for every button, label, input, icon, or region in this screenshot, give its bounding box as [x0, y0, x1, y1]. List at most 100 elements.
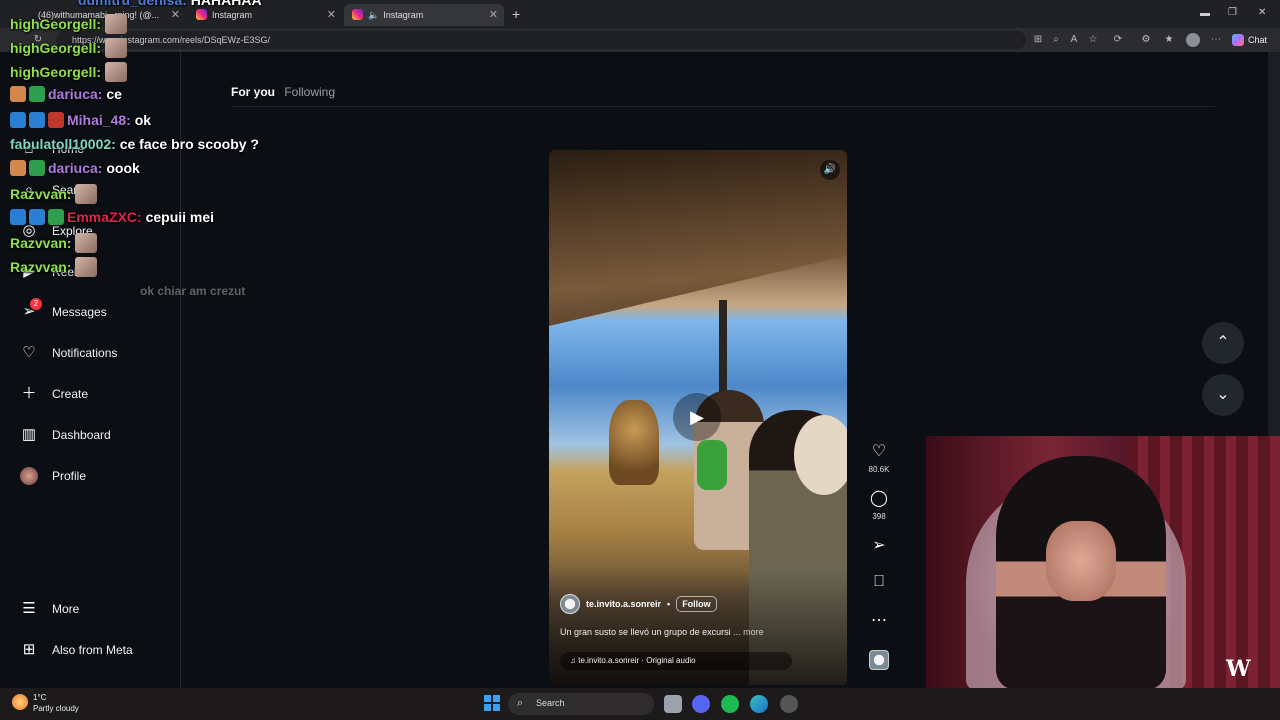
chat-badge-icon — [29, 86, 45, 102]
previous-reel-button[interactable]: ⌃ — [1202, 322, 1244, 364]
read-aloud-icon[interactable]: A — [1068, 34, 1080, 46]
reel-author-row: te.invito.a.sonreir • Follow — [560, 594, 717, 614]
extensions-icon[interactable]: ⚙ — [1140, 34, 1152, 46]
safari-vehicle-roof — [549, 150, 847, 326]
plus-icon: ＋ — [21, 385, 37, 402]
chat-badge-icon — [29, 160, 45, 176]
copilot-icon — [1232, 34, 1244, 46]
chat-emote — [104, 38, 127, 58]
chat-username: EmmaZXC: — [67, 209, 142, 225]
spotify-icon[interactable] — [721, 695, 739, 713]
close-tab-icon[interactable]: ✕ — [171, 8, 180, 21]
sidebar-item-label: Also from Meta — [52, 643, 133, 657]
chat-username: dumitru_denisa: — [78, 0, 187, 8]
refresh-extension-icon[interactable]: ⟳ — [1112, 34, 1124, 46]
audio-thumbnail[interactable] — [869, 650, 889, 670]
separator-dot: • — [667, 599, 671, 609]
chat-message: fabulatoll10002: ce face bro scooby ? — [10, 136, 259, 152]
close-tab-icon[interactable]: ✕ — [327, 8, 336, 21]
tab-for-you[interactable]: For you — [231, 85, 275, 99]
restore-icon[interactable]: ❐ — [1228, 7, 1237, 18]
comment-icon[interactable]: ◯ — [866, 488, 892, 508]
caption-text: Un gran susto se llevó un grupo de excur… — [560, 627, 731, 637]
chat-emote — [75, 257, 98, 277]
chat-badge-icon — [10, 112, 26, 128]
taskbar-search-label: Search — [536, 698, 565, 708]
feed-tabs: For you Following — [231, 85, 335, 99]
chat-message: Mihai_48: ok — [10, 112, 151, 128]
heart-icon: ♡ — [22, 344, 36, 361]
meta-grid-icon: ⊞ — [22, 641, 36, 658]
chat-text: cepuii mei — [145, 209, 215, 225]
chat-message-faded: ok chiar am crezut — [140, 284, 245, 298]
chat-username: dariuca: — [48, 86, 103, 102]
reel-video[interactable]: 🔊 ▶ te.invito.a.sonreir • Follow Un gran… — [549, 150, 847, 685]
taskbar-search[interactable]: ⌕ Search — [508, 693, 654, 715]
chat-message: EmmaZXC: cepuii mei — [10, 209, 214, 225]
caption-more-link[interactable]: ... more — [733, 627, 764, 637]
zoom-icon[interactable]: ⌕ — [1050, 34, 1062, 46]
sidebar-item-notifications[interactable]: ♡ Notifications — [20, 341, 117, 365]
dashboard-icon: ▥ — [21, 426, 37, 443]
chat-emote — [104, 14, 127, 34]
tab-label: Instagram — [383, 10, 424, 20]
chat-badge-icon — [29, 209, 45, 225]
url-field[interactable]: https://www.instagram.com/reels/DSqEWz-E… — [56, 31, 1026, 49]
chat-message: Razvvan: — [10, 233, 98, 253]
like-count: 80.6K — [868, 465, 890, 474]
profile-avatar — [20, 467, 38, 485]
close-tab-icon[interactable]: ✕ — [489, 8, 498, 21]
sidebar-item-more[interactable]: ☰ More — [20, 597, 79, 621]
chat-message: dariuca: oook — [10, 160, 140, 176]
task-view-icon[interactable] — [664, 695, 682, 713]
save-bookmark-icon[interactable]: ⎕ — [866, 573, 892, 591]
more-options-icon[interactable]: ⋯ — [866, 610, 892, 630]
share-icon[interactable]: ➢ — [866, 535, 892, 555]
chat-badge-icon — [48, 209, 64, 225]
sidebar-item-profile[interactable]: Profile — [20, 464, 86, 488]
author-avatar[interactable] — [560, 594, 580, 614]
sound-toggle-icon[interactable]: 🔊 — [820, 160, 840, 180]
chat-username: Razvvan: — [10, 235, 72, 251]
chat-username: dariuca: — [48, 160, 103, 176]
weather-widget[interactable]: 1°C Partly cloudy — [33, 692, 79, 714]
sidebar-item-dashboard[interactable]: ▥ Dashboard — [20, 423, 111, 447]
next-reel-button[interactable]: ⌄ — [1202, 374, 1244, 416]
sidebar-item-also-from-meta[interactable]: ⊞ Also from Meta — [20, 638, 133, 662]
windows-start-icon[interactable] — [484, 695, 500, 711]
favorite-star-icon[interactable]: ☆ — [1087, 34, 1099, 46]
menu-icon: ☰ — [22, 600, 36, 617]
chat-message: highGeorgell: — [10, 38, 127, 58]
edge-browser-icon[interactable] — [750, 695, 768, 713]
minimize-icon[interactable]: ▬ — [1200, 8, 1210, 19]
follow-button[interactable]: Follow — [676, 596, 717, 612]
app-icon[interactable]: ⊞ — [1032, 34, 1044, 46]
more-options-icon[interactable]: ⋯ — [1210, 34, 1222, 46]
sidebar-item-create[interactable]: ＋ Create — [20, 382, 88, 406]
tab-following[interactable]: Following — [284, 85, 335, 99]
steam-icon[interactable] — [780, 695, 798, 713]
play-icon[interactable]: ▶ — [673, 393, 721, 441]
chat-badge-icon — [10, 160, 26, 176]
copilot-chat-button[interactable]: Chat — [1232, 32, 1267, 48]
sidebar-item-label: Messages — [52, 305, 107, 319]
chat-emote — [75, 184, 98, 204]
chat-username: Razvvan: — [10, 186, 72, 202]
new-tab-button[interactable]: + — [512, 6, 520, 22]
discord-icon[interactable] — [692, 695, 710, 713]
instagram-favicon-icon — [352, 9, 363, 20]
weather-icon[interactable] — [12, 694, 28, 710]
sidebar-item-messages[interactable]: ➢ 2 Messages — [20, 298, 107, 324]
chat-username: highGeorgell: — [10, 16, 101, 32]
streamer-face — [1046, 521, 1116, 601]
chat-badge-icon — [10, 209, 26, 225]
audio-attribution[interactable]: ♫ te.invito.a.sonreir · Original audio — [560, 652, 792, 670]
favorites-icon[interactable]: ★ — [1163, 34, 1175, 46]
like-icon[interactable]: ♡ — [866, 441, 892, 461]
close-window-icon[interactable]: ✕ — [1258, 7, 1266, 18]
browser-tab-3-active[interactable]: 🔈 Instagram ✕ — [344, 4, 504, 26]
author-name[interactable]: te.invito.a.sonreir — [586, 599, 661, 609]
profile-avatar-icon[interactable] — [1186, 33, 1200, 47]
tab-label: Instagram — [212, 10, 253, 20]
audio-label: te.invito.a.sonreir · Original audio — [578, 656, 696, 665]
